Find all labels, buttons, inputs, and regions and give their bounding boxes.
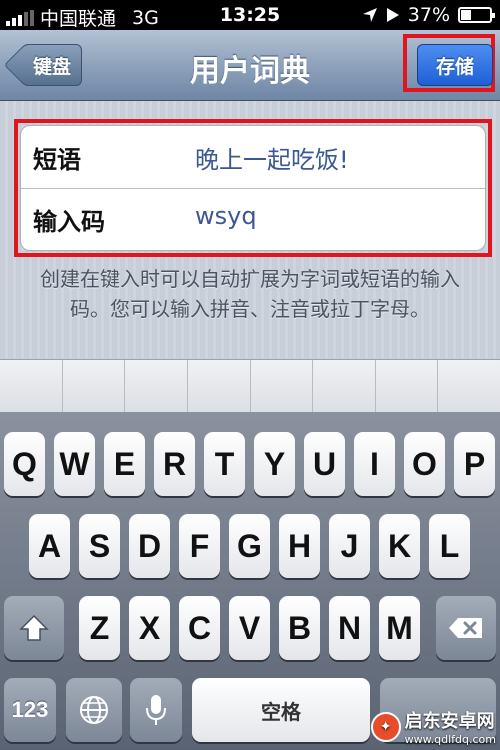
key-x[interactable]: X (129, 596, 170, 660)
key-e[interactable]: E (104, 432, 145, 496)
candidate-cell[interactable] (188, 360, 251, 412)
key-q[interactable]: Q (4, 432, 45, 496)
key-d[interactable]: D (129, 514, 170, 578)
key-i[interactable]: I (354, 432, 395, 496)
space-key[interactable]: 空格 (192, 678, 370, 742)
candidate-cell[interactable] (376, 360, 439, 412)
key-b[interactable]: B (279, 596, 320, 660)
key-v[interactable]: V (229, 596, 270, 660)
key-p[interactable]: P (454, 432, 495, 496)
globe-key[interactable] (66, 678, 122, 742)
shortcut-row[interactable]: 输入码 wsyq (21, 188, 485, 250)
key-c[interactable]: C (179, 596, 220, 660)
key-a[interactable]: A (29, 514, 70, 578)
watermark-logo-icon: ✦ (370, 711, 401, 742)
key-t[interactable]: T (204, 432, 245, 496)
key-j[interactable]: J (329, 514, 370, 578)
battery-icon (458, 7, 495, 23)
candidate-cell[interactable] (313, 360, 376, 412)
phrase-row[interactable]: 短语 晚上一起吃饭! (21, 126, 485, 189)
content-area: 短语 晚上一起吃饭! 输入码 wsyq 创建在键入时可以自动扩展为字词或短语的输… (0, 101, 500, 359)
key-g[interactable]: G (229, 514, 270, 578)
key-z[interactable]: Z (79, 596, 120, 660)
key-k[interactable]: K (379, 514, 420, 578)
candidate-cell[interactable] (63, 360, 126, 412)
globe-icon (80, 696, 108, 724)
key-m[interactable]: M (379, 596, 420, 660)
key-u[interactable]: U (304, 432, 345, 496)
candidate-bar (0, 359, 500, 413)
candidate-cell[interactable] (438, 360, 500, 412)
location-arrow-icon (362, 8, 377, 22)
keyboard: Q W E R T Y U I O P A S D F G H J K L Z … (0, 412, 500, 750)
navigation-bar: 键盘 用户词典 存储 (0, 30, 500, 101)
microphone-icon (146, 695, 166, 725)
key-n[interactable]: N (329, 596, 370, 660)
key-y[interactable]: Y (254, 432, 295, 496)
key-l[interactable]: L (429, 514, 470, 578)
watermark-url: www.qdlfdq.com (404, 733, 496, 746)
help-text: 创建在键入时可以自动扩展为字词或短语的输入码。您可以输入拼音、注音或拉丁字母。 (40, 267, 460, 321)
key-s[interactable]: S (79, 514, 120, 578)
shift-key[interactable] (4, 596, 64, 660)
key-o[interactable]: O (404, 432, 445, 496)
key-h[interactable]: H (279, 514, 320, 578)
phrase-input[interactable]: 晚上一起吃饭! (195, 140, 349, 175)
shortcut-input[interactable]: wsyq (195, 202, 257, 230)
status-bar: 中国联通 3G 13:25 37% (0, 0, 500, 30)
key-w[interactable]: W (54, 432, 95, 496)
shortcut-form: 短语 晚上一起吃饭! 输入码 wsyq (20, 125, 486, 251)
watermark: ✦ 启东安卓网 www.qdlfdq.com (370, 707, 496, 746)
key-f[interactable]: F (179, 514, 220, 578)
battery-percent: 37% (407, 4, 450, 26)
phrase-label: 短语 (33, 146, 81, 174)
delete-key[interactable] (436, 596, 496, 660)
candidate-cell[interactable] (251, 360, 314, 412)
backspace-icon (449, 618, 482, 638)
numbers-key[interactable]: 123 (4, 678, 56, 742)
shortcut-label: 输入码 (33, 208, 105, 236)
play-icon (386, 8, 399, 22)
shift-arrow-icon (19, 614, 49, 641)
candidate-cell[interactable] (0, 360, 63, 412)
dictation-key[interactable] (130, 678, 182, 742)
candidate-cell[interactable] (125, 360, 188, 412)
watermark-name: 启东安卓网 (404, 711, 495, 732)
save-button[interactable]: 存储 (417, 44, 493, 86)
key-r[interactable]: R (154, 432, 195, 496)
